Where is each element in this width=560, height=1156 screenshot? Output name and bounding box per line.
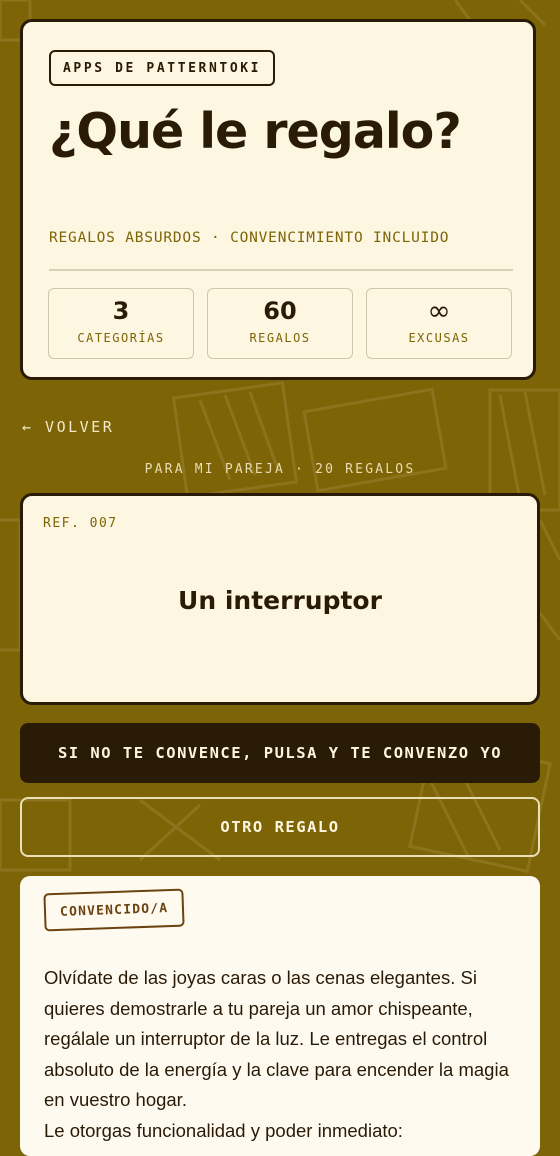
stat-gifts: 60 REGALOS <box>207 288 353 359</box>
answer-paragraph: Olvídate de las joyas caras o las cenas … <box>44 967 509 1110</box>
gift-card: REF. 007 Un interruptor <box>20 493 540 705</box>
stat-label: REGALOS <box>249 331 311 345</box>
stat-excuses: ∞ EXCUSAS <box>366 288 512 359</box>
header-card: APPS DE PATTERNTOKI ¿Qué le regalo? REGA… <box>20 19 536 380</box>
gift-ref: REF. 007 <box>43 516 118 531</box>
gift-name: Un interruptor <box>178 586 382 615</box>
stat-label: CATEGORÍAS <box>77 331 165 345</box>
convince-button[interactable]: SI NO TE CONVENCE, PULSA Y TE CONVENZO Y… <box>20 723 540 783</box>
stat-value: 3 <box>112 297 130 325</box>
divider <box>49 269 513 271</box>
page-title: ¿Qué le regalo? <box>49 103 462 160</box>
stat-categories: 3 CATEGORÍAS <box>48 288 194 359</box>
stat-label: EXCUSAS <box>408 331 470 345</box>
page-subtitle: REGALOS ABSURDOS · CONVENCIMIENTO INCLUI… <box>49 230 450 246</box>
brand-badge: APPS DE PATTERNTOKI <box>49 50 276 86</box>
context-line: PARA MI PAREJA · 20 REGALOS <box>144 462 416 477</box>
other-gift-button[interactable]: OTRO REGALO <box>20 797 540 857</box>
stat-value: 60 <box>263 297 297 325</box>
stat-value: ∞ <box>427 294 451 327</box>
convinced-stamp: CONVENCIDO/A <box>43 888 185 932</box>
answer-paragraph: Le otorgas funcionalidad y poder inmedia… <box>44 1119 403 1141</box>
answer-text: Olvídate de las joyas caras o las cenas … <box>44 963 519 1146</box>
back-link[interactable]: ← VOLVER <box>22 418 114 436</box>
answer-card: CONVENCIDO/A Olvídate de las joyas caras… <box>20 876 540 1156</box>
